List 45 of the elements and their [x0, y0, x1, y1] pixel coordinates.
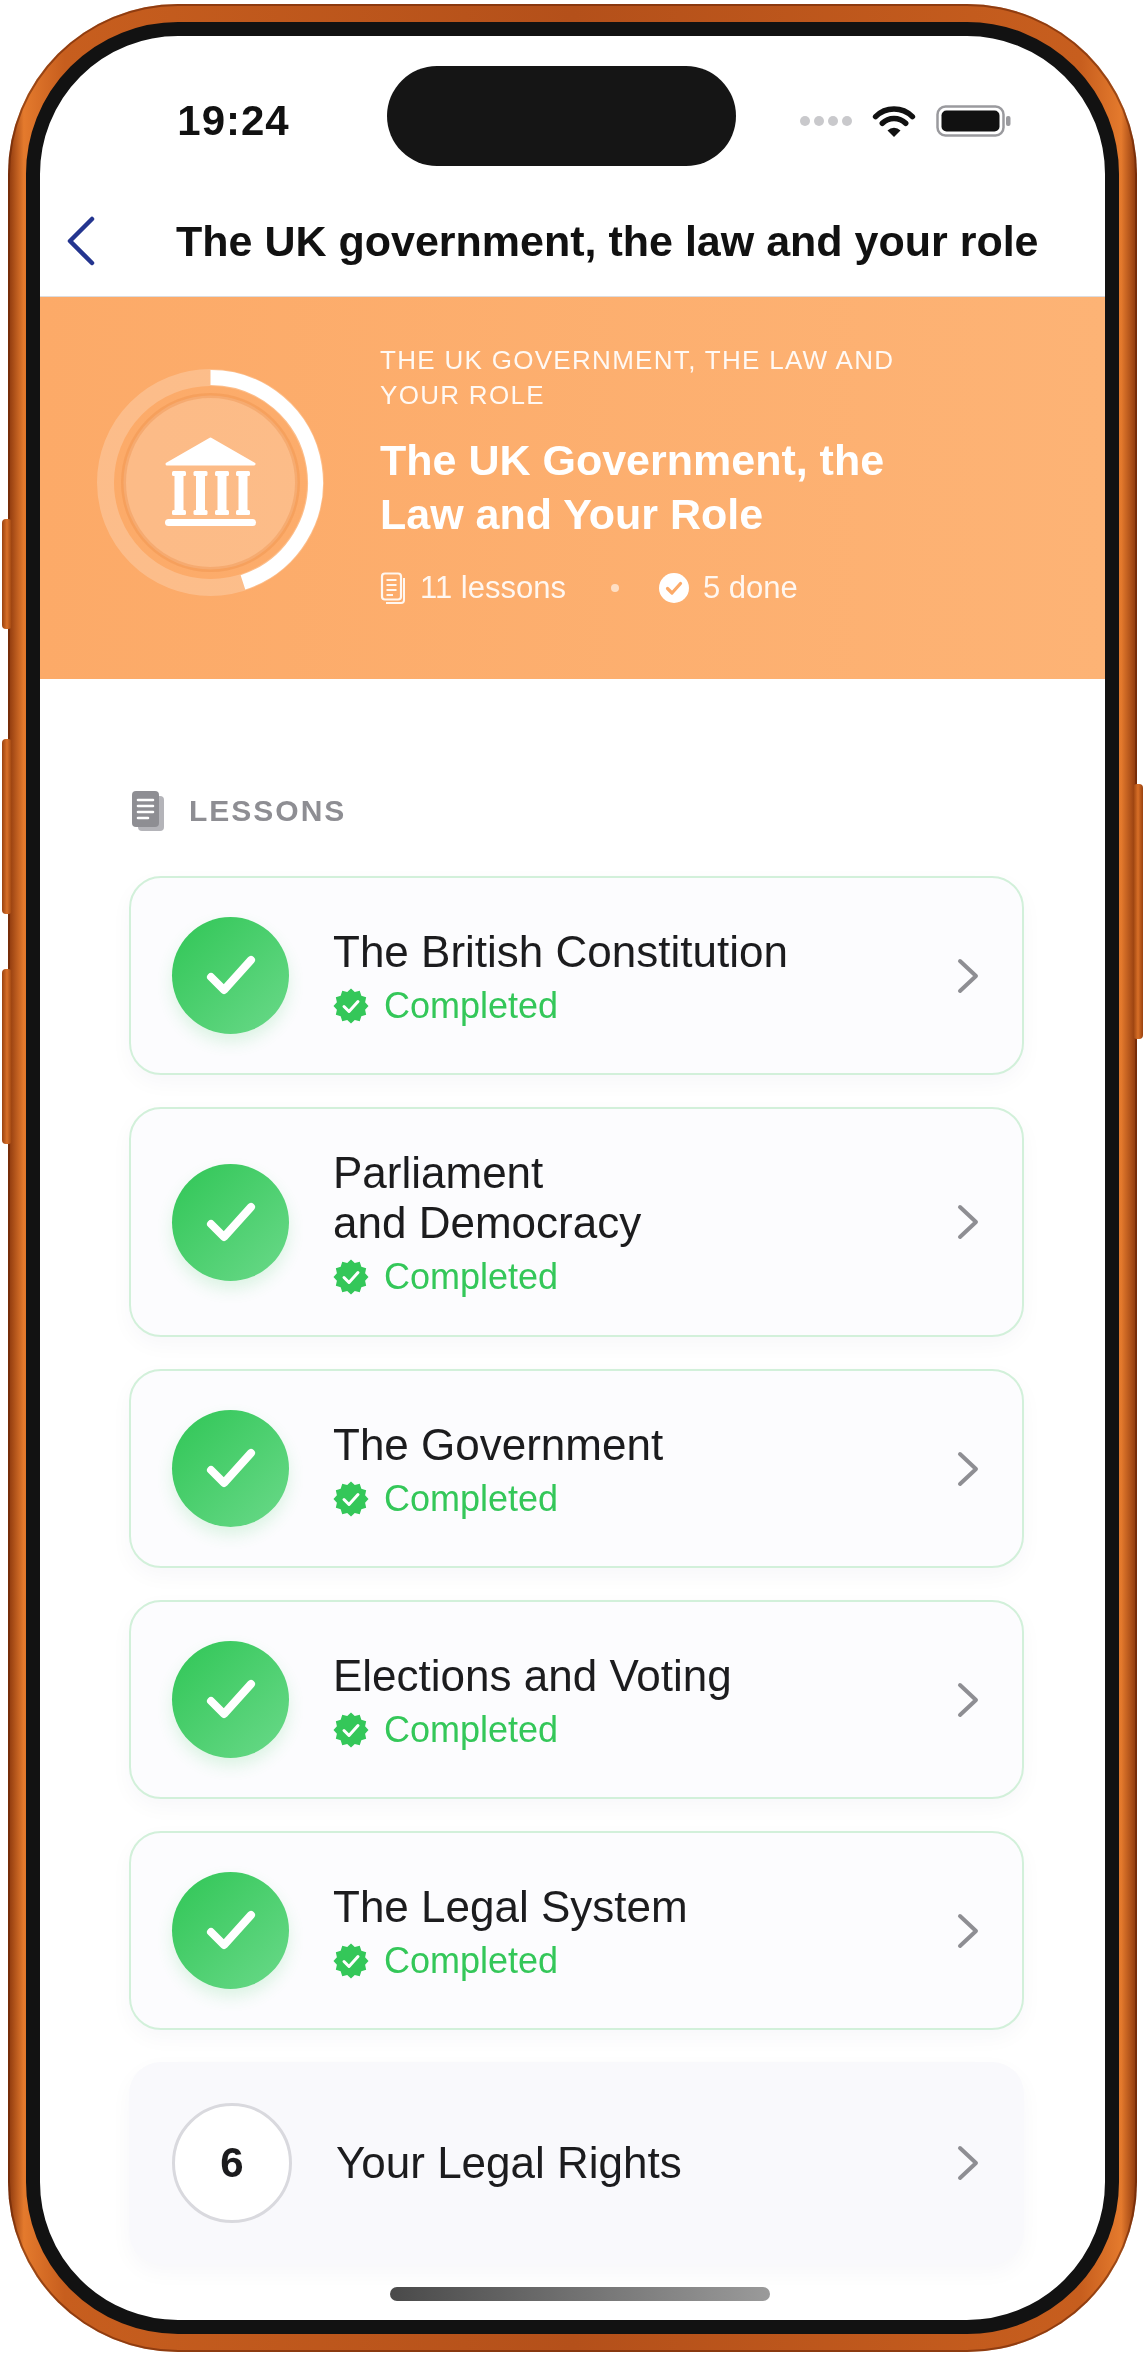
lesson-count: 11 lessons	[420, 570, 566, 606]
chevron-right-icon	[957, 957, 979, 994]
lesson-title: The British Constitution	[333, 926, 789, 977]
lesson-status: Completed	[384, 1477, 559, 1520]
back-icon	[66, 216, 96, 266]
seal-check-icon	[333, 1942, 369, 1979]
lesson-card[interactable]: The British Constitution Completed	[129, 876, 1024, 1075]
lesson-status: Completed	[384, 1256, 559, 1298]
lesson-title: The Legal System	[333, 1881, 689, 1932]
course-eyebrow: THE UK GOVERNMENT, THE LAW AND YOUR ROLE	[380, 344, 896, 412]
document-icon	[131, 790, 165, 832]
wifi-icon	[870, 104, 917, 138]
status-time: 19:24	[177, 97, 290, 145]
chevron-right-icon	[957, 1912, 979, 1949]
done-count: 5 done	[702, 570, 798, 606]
lesson-card[interactable]: 6 Your Legal Rights	[129, 2062, 1024, 2264]
lesson-status: Completed	[384, 1939, 559, 1982]
dot-icon	[610, 584, 619, 592]
battery-icon	[935, 105, 1012, 137]
nav-title: The UK government, the law and your role	[176, 216, 1039, 266]
chevron-right-icon	[957, 1681, 979, 1718]
lesson-title: The Government	[333, 1419, 665, 1470]
seal-check-icon	[333, 1259, 369, 1295]
lesson-number: 6	[172, 2103, 292, 2223]
chevron-right-icon	[957, 1450, 979, 1487]
lesson-status: Completed	[384, 1708, 559, 1751]
lesson-title: Your Legal Rights	[336, 2138, 683, 2188]
seal-check-icon	[333, 1711, 369, 1748]
lesson-card[interactable]: The Government Completed	[129, 1369, 1024, 1568]
lesson-card[interactable]: The Legal System Completed	[129, 1831, 1024, 2030]
lesson-title: Elections and Voting	[333, 1650, 733, 1701]
seal-check-icon	[333, 987, 369, 1024]
chevron-right-icon	[957, 2145, 979, 2181]
section-heading: LESSONS	[189, 794, 347, 828]
lesson-title: Parliament and Democracy	[333, 1148, 643, 1248]
check-circle-icon	[658, 573, 689, 603]
lesson-status: Completed	[384, 984, 559, 1027]
lesson-card[interactable]: Parliament and Democracy Completed	[129, 1107, 1024, 1337]
chevron-right-icon	[957, 1204, 979, 1240]
seal-check-icon	[333, 1480, 369, 1517]
signal-dots-icon	[799, 116, 852, 126]
lesson-card[interactable]: Elections and Voting Completed	[129, 1600, 1024, 1799]
course-title: The UK Government, the Law and Your Role	[380, 435, 886, 540]
building-columns-icon	[121, 393, 300, 572]
document-icon	[380, 572, 406, 604]
